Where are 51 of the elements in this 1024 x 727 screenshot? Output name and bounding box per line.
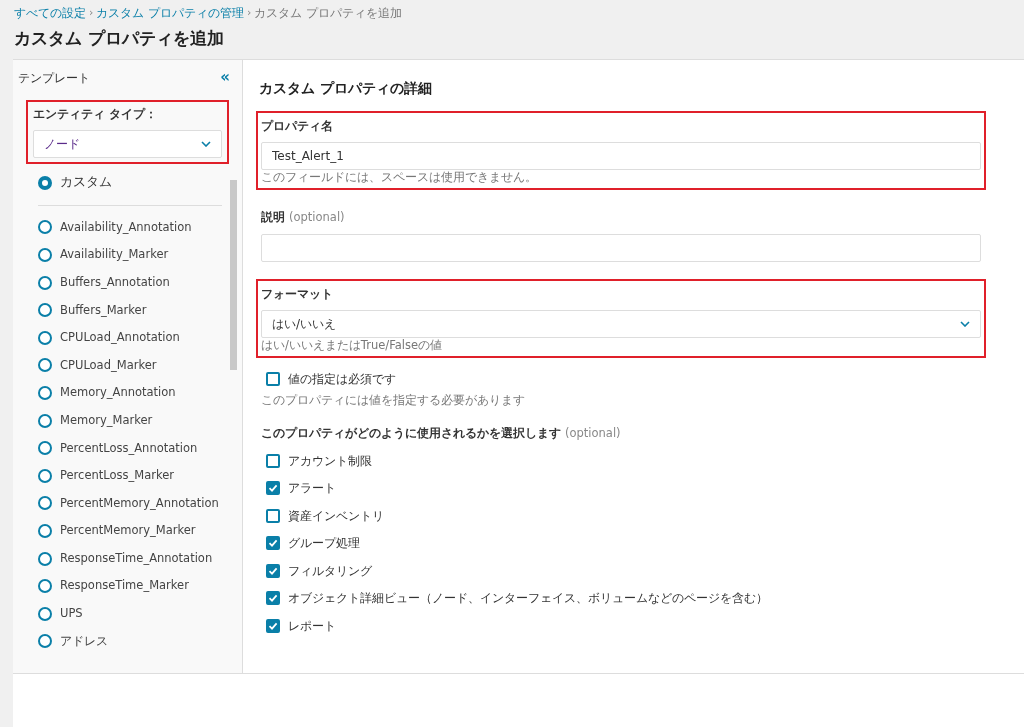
- template-radio[interactable]: PercentMemory_Annotation: [38, 489, 242, 518]
- template-radio[interactable]: PercentMemory_Marker: [38, 517, 242, 545]
- text-field[interactable]: [261, 233, 981, 262]
- chevron-down-icon: [201, 141, 211, 147]
- usage-checkbox[interactable]: アカウント制限: [266, 447, 986, 475]
- field-label: エンティティ タイプ：: [33, 105, 158, 123]
- field-label: 説明: [261, 209, 285, 227]
- breadcrumb-separator: ›: [247, 5, 252, 22]
- entity-type-dropdown[interactable]: ノード: [33, 130, 222, 158]
- optional-note: (optional): [565, 424, 621, 442]
- template-radio[interactable]: Buffers_Annotation: [38, 268, 242, 297]
- usage-checkbox[interactable]: 資産インベントリ: [266, 502, 986, 530]
- section-title: カスタム プロパティの詳細: [259, 78, 433, 98]
- template-radio[interactable]: ResponseTime_Marker: [38, 572, 242, 600]
- template-radio[interactable]: PercentLoss_Annotation: [38, 434, 242, 462]
- usage-checkbox[interactable]: アラート: [266, 474, 986, 502]
- field-hint: はい/いいえまたはTrue/Falseの値: [261, 337, 444, 353]
- template-radio[interactable]: CPULoad_Marker: [38, 351, 242, 380]
- usage-checkbox[interactable]: グループ処理: [266, 529, 986, 557]
- collapse-button[interactable]: «: [220, 70, 230, 86]
- format-dropdown[interactable]: はい/いいえ: [261, 309, 981, 338]
- breadcrumb-separator: ›: [89, 5, 94, 22]
- breadcrumb-current: カスタム プロパティを追加: [254, 5, 403, 22]
- template-radio[interactable]: Availability_Marker: [38, 241, 242, 269]
- template-radio[interactable]: カスタム: [38, 169, 242, 197]
- field-label: プロパティ名: [261, 118, 334, 135]
- text-field[interactable]: Test_Alert_1: [261, 142, 981, 171]
- page-title: カスタム プロパティを追加: [14, 27, 225, 51]
- sidebar-title: テンプレート: [18, 69, 90, 87]
- template-radio[interactable]: ResponseTime_Annotation: [38, 544, 242, 573]
- template-radio[interactable]: Availability_Annotation: [38, 213, 242, 242]
- chevron-down-icon: [960, 320, 970, 327]
- template-radio[interactable]: アドレス: [38, 627, 242, 656]
- breadcrumb-link[interactable]: カスタム プロパティの管理: [96, 5, 245, 23]
- scrollbar-thumb[interactable]: [230, 179, 237, 370]
- usage-checkbox[interactable]: レポート: [266, 612, 986, 640]
- template-radio[interactable]: PercentLoss_Marker: [38, 461, 242, 490]
- field-hint: このフィールドには、スペースは使用できません。: [261, 170, 538, 186]
- template-radio[interactable]: Memory_Annotation: [38, 379, 242, 407]
- field-label: フォーマット: [261, 285, 334, 303]
- template-radio[interactable]: Buffers_Marker: [38, 296, 242, 324]
- template-radio[interactable]: Memory_Marker: [38, 406, 242, 435]
- required-checkbox[interactable]: 値の指定は必須です: [266, 369, 986, 388]
- usage-checkbox[interactable]: フィルタリング: [266, 557, 986, 585]
- breadcrumb-link[interactable]: すべての設定: [14, 5, 86, 23]
- usage-checkbox[interactable]: オブジェクト詳細ビュー（ノード、インターフェイス、ボリュームなどのページを含む）: [266, 584, 986, 612]
- field-label: このプロパティがどのように使用されるかを選択します: [261, 424, 561, 442]
- field-hint: このプロパティには値を指定する必要があります: [261, 392, 526, 408]
- template-radio[interactable]: UPS: [38, 599, 242, 628]
- template-radio[interactable]: CPULoad_Annotation: [38, 323, 242, 352]
- optional-note: (optional): [289, 209, 345, 227]
